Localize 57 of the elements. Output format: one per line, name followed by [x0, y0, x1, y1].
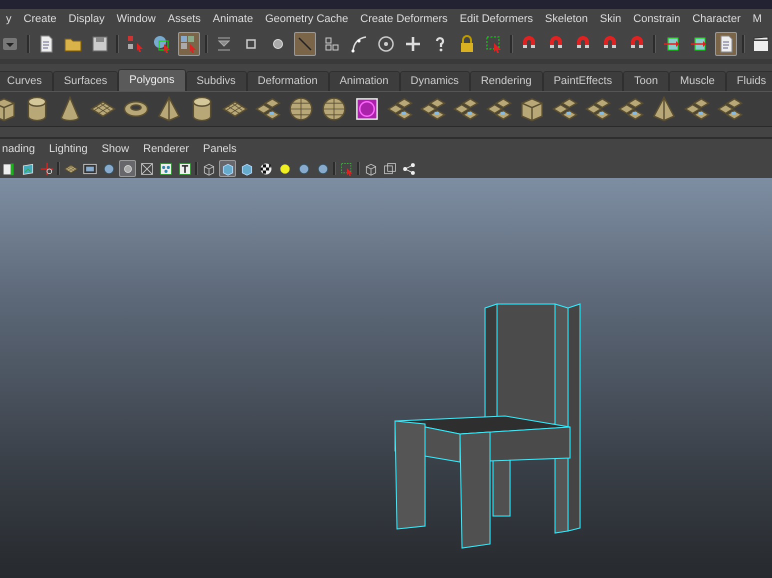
tiles-icon[interactable] — [386, 95, 414, 123]
tiles-icon[interactable] — [716, 95, 744, 123]
move-icon[interactable] — [38, 160, 55, 177]
cross-box-icon[interactable] — [138, 160, 155, 177]
panel-menu-item[interactable]: nading — [0, 143, 42, 155]
menu-item[interactable]: Constrain — [627, 13, 686, 25]
menu-item[interactable]: Create — [18, 13, 63, 25]
sphere-icon[interactable] — [320, 95, 348, 123]
panel-menu-item[interactable]: Panels — [196, 143, 244, 155]
cage-icon[interactable] — [353, 95, 381, 123]
menu-item[interactable]: Edit Deformers — [454, 13, 540, 25]
menu-item[interactable]: M — [746, 13, 768, 25]
menu-item[interactable]: Create Deformers — [354, 13, 454, 25]
menu-item[interactable]: Skin — [594, 13, 628, 25]
menu-item[interactable]: y — [0, 13, 18, 25]
tiles-icon[interactable] — [419, 95, 447, 123]
shelf-tab[interactable]: Curves — [0, 71, 53, 91]
pyramid-icon[interactable] — [155, 95, 183, 123]
tiles-icon[interactable] — [452, 95, 480, 123]
dots-box-icon[interactable] — [157, 160, 174, 177]
tiles-icon[interactable] — [617, 95, 645, 123]
menu-item[interactable]: Geometry Cache — [259, 13, 354, 25]
text-box-icon[interactable] — [176, 160, 193, 177]
nodes-icon[interactable] — [400, 160, 417, 177]
menu-item[interactable]: Animate — [206, 13, 260, 25]
menu-item[interactable]: Character — [686, 13, 747, 25]
shelf-tab[interactable]: Fluids — [726, 71, 772, 91]
menu-item[interactable]: Assets — [162, 13, 207, 25]
solid-cube-icon[interactable] — [219, 160, 236, 177]
menu-item[interactable]: Skeleton — [539, 13, 594, 25]
panel-menu-item[interactable]: Show — [94, 143, 136, 155]
document-icon[interactable] — [715, 32, 738, 56]
pyramid-icon[interactable] — [650, 95, 678, 123]
sphere-icon[interactable] — [287, 95, 315, 123]
shelf-tab[interactable]: PaintEffects — [542, 71, 624, 91]
shelf-tab[interactable]: Muscle — [668, 71, 726, 91]
shelf-tab[interactable]: Rendering — [470, 71, 543, 91]
menu-item[interactable]: Window — [110, 13, 162, 25]
shelf-tab[interactable]: Subdivs — [186, 71, 247, 91]
menu-item[interactable]: Display — [62, 13, 111, 25]
shelf-tab[interactable]: Surfaces — [52, 71, 118, 91]
tiles-icon[interactable] — [683, 95, 711, 123]
overlapping-squares-icon[interactable] — [381, 160, 398, 177]
cube-icon[interactable] — [518, 95, 546, 123]
shelf-tab[interactable]: Animation — [328, 71, 400, 91]
shelf-tab[interactable]: Dynamics — [400, 71, 470, 91]
tiles-icon[interactable] — [485, 95, 513, 123]
shelf-tab[interactable]: Polygons — [118, 69, 186, 91]
tiles-icon[interactable] — [551, 95, 579, 123]
panel-menu-item[interactable]: Lighting — [42, 143, 95, 155]
shelf-tab[interactable]: Deformation — [246, 71, 329, 91]
grid-cursor-icon[interactable] — [178, 32, 200, 56]
tiles-icon[interactable] — [254, 95, 282, 123]
dashed-select-icon[interactable] — [338, 160, 355, 177]
tiles-icon[interactable] — [584, 95, 612, 123]
panel-menu-item[interactable]: Renderer — [136, 143, 196, 155]
shelf-tab[interactable]: Toon — [623, 71, 669, 91]
